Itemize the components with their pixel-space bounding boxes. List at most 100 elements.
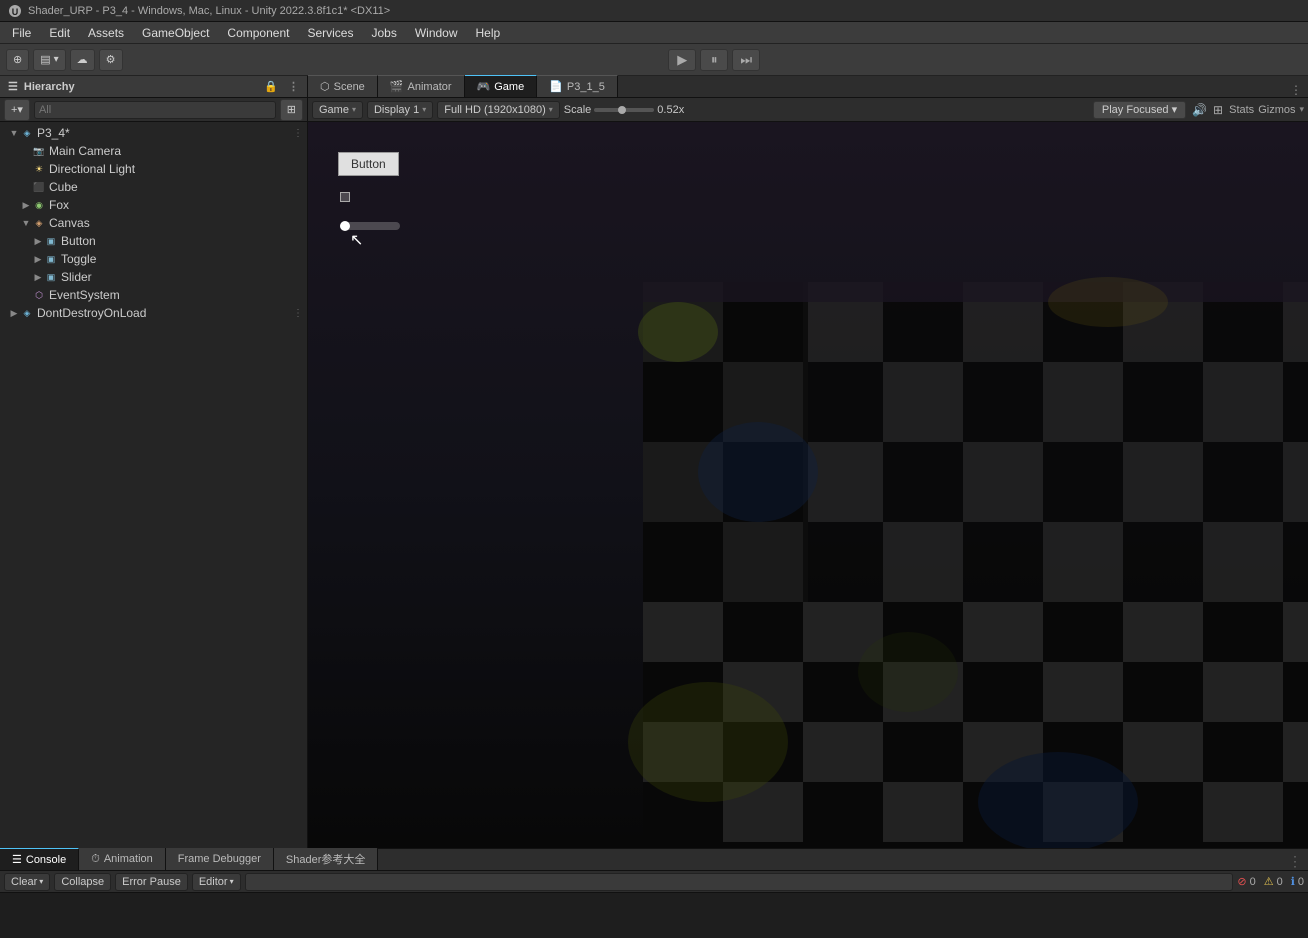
hierarchy-filter-btn[interactable]: ⊞ [280,99,303,121]
game-toolbar: Game ▾ Display 1 ▾ Full HD (1920x1080) ▾… [308,98,1308,122]
info-badge-icon: ℹ [1291,875,1295,888]
hier-dots-dontdestroy[interactable]: ⋮ [293,308,303,319]
move-tool-btn[interactable]: ⊕ [6,49,29,71]
warning-badge[interactable]: ⚠ 0 [1264,875,1283,888]
toggle-icon: ▣ [44,252,58,266]
hierarchy-search[interactable] [34,101,276,119]
game-ui-toggle[interactable] [340,192,354,202]
clear-btn[interactable]: Clear ▾ [4,873,50,891]
hierarchy-toolbar: +▾ ⊞ [0,98,307,122]
cloud-btn[interactable]: ☁ [70,49,95,71]
resolution-arrow: ▾ [549,105,553,114]
tab-game[interactable]: 🎮 Game [465,75,538,97]
hier-item-dontdestroy[interactable]: ▶ ◈ DontDestroyOnLoad ⋮ [0,304,307,322]
slider-icon: ▣ [44,270,58,284]
main-layout: ☰ Hierarchy 🔒 ⋮ +▾ ⊞ ▼ ◈ P3_4* ⋮ 📷 Main … [0,76,1308,848]
hier-label-dontdestroy: DontDestroyOnLoad [37,306,146,320]
hier-item-toggle[interactable]: ▶ ▣ Toggle [0,250,307,268]
resolution-label: Full HD (1920x1080) [444,104,546,116]
hier-dots-p34[interactable]: ⋮ [293,128,303,139]
menu-bar: File Edit Assets GameObject Component Se… [0,22,1308,44]
console-search[interactable] [245,873,1234,891]
hier-item-p34[interactable]: ▼ ◈ P3_4* ⋮ [0,124,307,142]
hierarchy-dots-icon[interactable]: ⋮ [288,80,299,93]
pause-button[interactable]: ⏸ [700,49,728,71]
events-icon: ⬡ [32,288,46,302]
toolbar-layers[interactable]: ▤ ▾ [33,49,65,71]
gizmos-btn[interactable]: Gizmos [1258,104,1295,116]
scene-tab-icon: ⬡ [320,80,330,93]
game-ui-button[interactable]: Button [338,152,399,176]
scale-label: Scale [564,104,592,116]
hier-item-slider[interactable]: ▶ ▣ Slider [0,268,307,286]
stats-btn[interactable]: Stats [1229,104,1254,116]
cursor-indicator: ↖ [350,230,363,250]
step-button[interactable]: ⏭ [732,49,760,71]
hier-item-cube[interactable]: ⬛ Cube [0,178,307,196]
animator-tab-icon: 🎬 [390,80,404,93]
gizmos-arrow[interactable]: ▾ [1299,104,1304,115]
button-icon: ▣ [44,234,58,248]
tab-more-btn[interactable]: ⋮ [1284,83,1308,97]
settings-btn[interactable]: ⚙ [99,49,123,71]
error-badge[interactable]: ⊘ 0 [1237,875,1255,888]
clear-arrow: ▾ [39,877,43,886]
main-toolbar: ⊕ ▤ ▾ ☁ ⚙ ▶ ⏸ ⏭ [0,44,1308,76]
tab-bar: ⬡ Scene 🎬 Animator 🎮 Game 📄 P3_1_5 ⋮ [308,76,1308,98]
hierarchy-add-btn[interactable]: +▾ [4,99,30,121]
bottom-tab-framedebugger[interactable]: Frame Debugger [166,848,274,870]
tab-scene[interactable]: ⬡ Scene [308,75,378,97]
tab-animator[interactable]: 🎬 Animator [378,75,465,97]
bottom-tab-console[interactable]: ☰ Console [0,848,79,870]
console-content [0,893,1308,938]
console-badges: ⊘ 0 ⚠ 0 ℹ 0 [1237,875,1304,888]
error-pause-btn[interactable]: Error Pause [115,873,188,891]
svg-text:U: U [12,7,19,17]
menu-edit[interactable]: Edit [41,24,78,42]
arrow-icon-canvas: ▼ [20,218,32,228]
display-dropdown[interactable]: Display 1 ▾ [367,101,433,119]
menu-help[interactable]: Help [468,24,509,42]
bottom-tab-shader[interactable]: Shader参考大全 [274,848,378,870]
hier-item-canvas[interactable]: ▼ ◈ Canvas [0,214,307,232]
menu-window[interactable]: Window [407,24,466,42]
mute-icon[interactable]: 🔊 [1192,103,1207,117]
game-view-dropdown[interactable]: Game ▾ [312,101,363,119]
menu-component[interactable]: Component [219,24,297,42]
hier-item-eventsystem[interactable]: ⬡ EventSystem [0,286,307,304]
hier-label-slider: Slider [61,270,92,284]
info-badge[interactable]: ℹ 0 [1291,875,1304,888]
toggle-checkbox[interactable] [340,192,350,202]
bottom-tab-more[interactable]: ⋮ [1282,853,1308,870]
hier-label-eventsystem: EventSystem [49,288,120,302]
camera-icon: 📷 [32,144,46,158]
scale-slider[interactable] [594,108,654,112]
game-ui-slider[interactable] [340,222,400,230]
editor-dropdown[interactable]: Editor ▾ [192,873,241,891]
menu-gameobject[interactable]: GameObject [134,24,217,42]
display-label: Display 1 [374,104,419,116]
hier-item-maincamera[interactable]: 📷 Main Camera [0,142,307,160]
menu-file[interactable]: File [4,24,39,42]
collapse-btn[interactable]: Collapse [54,873,111,891]
scale-container: Scale 0.52x [564,104,684,116]
animation-icon: ⏱ [91,853,100,866]
warning-badge-count: 0 [1277,876,1283,888]
play-button[interactable]: ▶ [668,49,696,71]
resolution-dropdown[interactable]: Full HD (1920x1080) ▾ [437,101,560,119]
tab-p315[interactable]: 📄 P3_1_5 [537,75,618,97]
bottom-tab-bar: ☰ Console ⏱ Animation Frame Debugger Sha… [0,849,1308,871]
hier-item-button[interactable]: ▶ ▣ Button [0,232,307,250]
hier-item-dirlight[interactable]: ☀ Directional Light [0,160,307,178]
collapse-label: Collapse [61,876,104,888]
bottom-tab-animation[interactable]: ⏱ Animation [79,848,166,870]
hierarchy-header: ☰ Hierarchy 🔒 ⋮ [0,76,307,98]
hier-item-fox[interactable]: ▶ ◉ Fox [0,196,307,214]
hierarchy-lock-icon[interactable]: 🔒 [264,80,278,93]
menu-services[interactable]: Services [299,24,361,42]
menu-jobs[interactable]: Jobs [363,24,404,42]
menu-assets[interactable]: Assets [80,24,132,42]
layers-text: ▾ [54,54,59,65]
grid-icon[interactable]: ⊞ [1213,103,1223,117]
play-focused-btn[interactable]: Play Focused ▾ [1093,101,1186,119]
